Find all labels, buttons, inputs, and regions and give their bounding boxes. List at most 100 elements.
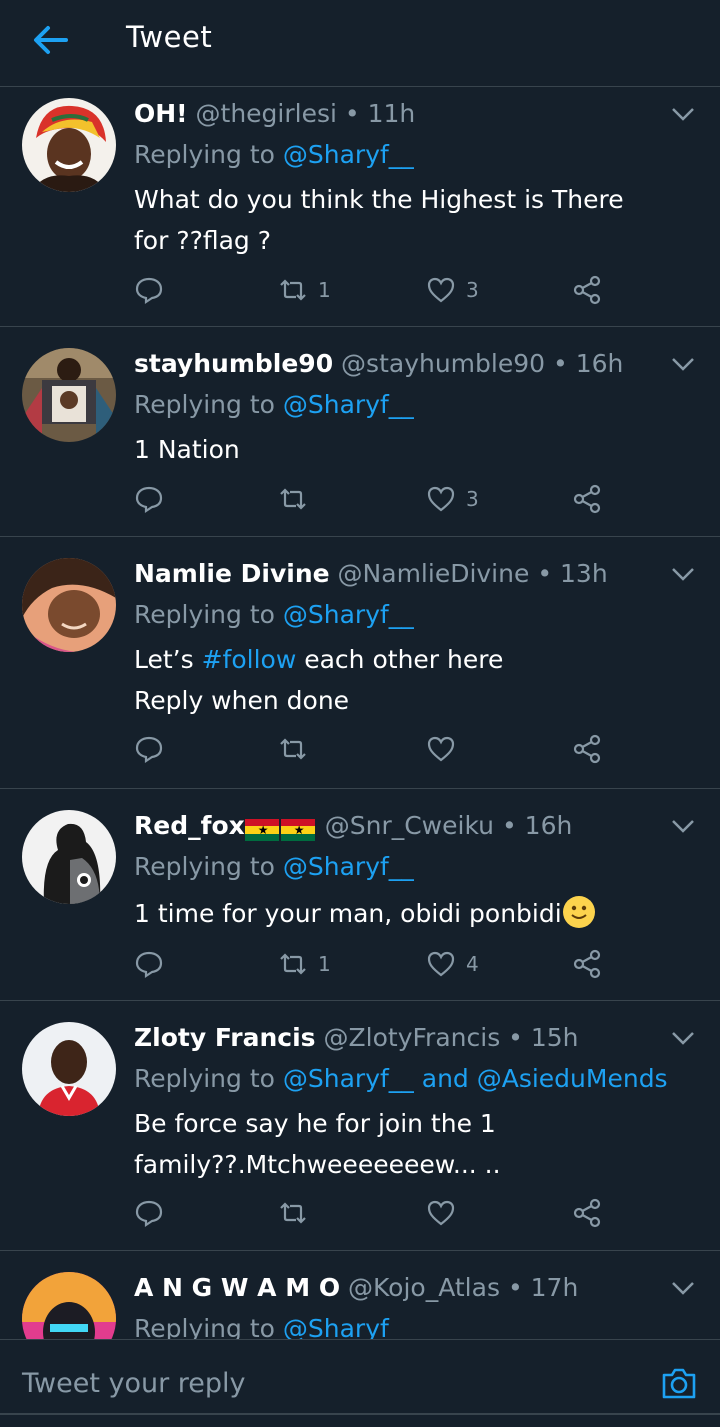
replying-to-line: Replying to @Sharyf__ and @AsieduMends (134, 1064, 668, 1093)
reply-button[interactable] (134, 484, 164, 514)
like-button[interactable]: 3 (426, 484, 479, 514)
replying-label: Replying to (134, 600, 283, 629)
display-name[interactable]: stayhumble90 (134, 349, 333, 378)
tweet-text-line: Reply when done (134, 686, 350, 715)
share-icon (573, 734, 601, 764)
share-button[interactable] (572, 949, 602, 979)
reply-icon (135, 277, 163, 305)
timestamp: 15h (530, 1023, 579, 1052)
share-button[interactable] (572, 275, 602, 305)
mention-link[interactable]: @Sharyf__ (283, 140, 414, 169)
tweet-item[interactable]: Zloty Francis @ZlotyFrancis • 15h Replyi… (0, 1001, 720, 1251)
tweet-header: Red_fox ★ ★ @Snr_Cweiku • 16h (134, 811, 650, 843)
display-name[interactable]: OH! (134, 99, 188, 128)
hashtag-link[interactable]: #follow (202, 645, 297, 674)
mention-link[interactable]: @Sharyf__ (283, 390, 414, 419)
heart-icon (427, 277, 455, 303)
reply-button[interactable] (134, 1198, 164, 1228)
share-button[interactable] (572, 734, 602, 764)
retweet-button[interactable] (278, 484, 308, 514)
reply-input[interactable]: Tweet your reply (22, 1368, 246, 1399)
tweet-text-line: for ??flag ? (134, 226, 272, 255)
display-name[interactable]: A N G W A M O (134, 1273, 340, 1302)
mention-link[interactable]: @Sharyf__ (283, 600, 414, 629)
tweet-text-line: What do you think the Highest is There (134, 185, 624, 214)
tweet-header: Zloty Francis @ZlotyFrancis • 15h (134, 1023, 650, 1052)
ghana-flag-icon: ★ ★ (244, 814, 317, 843)
retweet-button[interactable] (278, 734, 308, 764)
user-handle[interactable]: @Snr_Cweiku (325, 811, 494, 840)
mention-link[interactable]: @Sharyf__ (283, 852, 414, 881)
separator-dot: • (344, 99, 360, 128)
like-button[interactable] (426, 734, 456, 764)
share-icon (573, 949, 601, 979)
like-button[interactable]: 3 (426, 275, 479, 305)
chevron-down-icon[interactable] (670, 355, 696, 373)
like-count: 4 (466, 952, 479, 976)
arrow-left-icon[interactable] (30, 22, 70, 58)
chevron-down-icon[interactable] (670, 1029, 696, 1047)
user-handle[interactable]: @NamlieDivine (338, 559, 530, 588)
tweet-item[interactable]: stayhumble90 @stayhumble90 • 16h Replyin… (0, 327, 720, 537)
share-button[interactable] (572, 484, 602, 514)
retweet-button[interactable] (278, 1198, 308, 1228)
tweet-actions: 1 3 (134, 275, 614, 309)
chevron-down-icon[interactable] (670, 817, 696, 835)
user-handle[interactable]: @Kojo_Atlas (348, 1273, 500, 1302)
avatar[interactable] (22, 1022, 116, 1116)
retweet-button[interactable]: 1 (278, 275, 331, 305)
tweet-item[interactable]: Red_fox ★ ★ @Snr_Cweiku • 16h Replying to … (0, 789, 720, 1001)
avatar[interactable] (22, 558, 116, 652)
slightly-smiling-face-icon (562, 896, 595, 928)
share-icon (573, 275, 601, 305)
replying-label: Replying to (134, 1314, 283, 1339)
share-button[interactable] (572, 1198, 602, 1228)
share-icon (573, 1198, 601, 1228)
timestamp: 16h (524, 811, 573, 840)
display-name[interactable]: Red_fox (134, 811, 245, 840)
user-handle[interactable]: @ZlotyFrancis (324, 1023, 501, 1052)
reply-button[interactable] (134, 734, 164, 764)
replying-to-line: Replying to @Sharyf__ (134, 390, 414, 419)
retweet-count: 1 (318, 278, 331, 302)
chevron-down-icon[interactable] (670, 1279, 696, 1297)
mention-link[interactable]: @Sharyf__ and @AsieduMends (283, 1064, 668, 1093)
like-button[interactable]: 4 (426, 949, 479, 979)
separator-dot: • (501, 811, 517, 840)
like-button[interactable] (426, 1198, 456, 1228)
reply-button[interactable] (134, 275, 164, 305)
avatar[interactable] (22, 1272, 116, 1339)
avatar[interactable] (22, 810, 116, 904)
retweet-button[interactable]: 1 (278, 949, 331, 979)
chevron-down-icon[interactable] (670, 105, 696, 123)
replying-label: Replying to (134, 1064, 283, 1093)
tweet-item[interactable]: Namlie Divine @NamlieDivine • 13h Replyi… (0, 537, 720, 789)
reply-icon (135, 1200, 163, 1228)
replying-to-line: Replying to @Sharyf__ (134, 852, 414, 881)
heart-icon (427, 486, 455, 512)
tweet-item[interactable]: OH! @thegirlesi • 11h Replying to @Shary… (0, 87, 720, 327)
replying-label: Replying to (134, 140, 283, 169)
reply-icon (135, 951, 163, 979)
reply-button[interactable] (134, 949, 164, 979)
retweet-icon (280, 738, 306, 760)
tweet-item[interactable]: A N G W A M O @Kojo_Atlas • 17h Replying… (0, 1251, 720, 1339)
replying-label: Replying to (134, 390, 283, 419)
page-title: Tweet (126, 20, 213, 54)
user-handle[interactable]: @stayhumble90 (341, 349, 545, 378)
reply-composer: Tweet your reply (0, 1339, 720, 1427)
retweet-icon (280, 279, 306, 301)
avatar[interactable] (22, 348, 116, 442)
tweet-actions (134, 1198, 614, 1232)
like-count: 3 (466, 487, 479, 511)
display-name[interactable]: Namlie Divine (134, 559, 330, 588)
mention-link[interactable]: @Sharyf (283, 1314, 389, 1339)
camera-icon[interactable] (660, 1365, 698, 1401)
replying-to-line: Replying to @Sharyf__ (134, 140, 414, 169)
tweet-text: Let’s #follow each other here Reply when… (134, 639, 680, 721)
avatar[interactable] (22, 98, 116, 192)
display-name[interactable]: Zloty Francis (134, 1023, 316, 1052)
user-handle[interactable]: @thegirlesi (196, 99, 337, 128)
tweet-header: A N G W A M O @Kojo_Atlas • 17h (134, 1273, 650, 1302)
chevron-down-icon[interactable] (670, 565, 696, 583)
